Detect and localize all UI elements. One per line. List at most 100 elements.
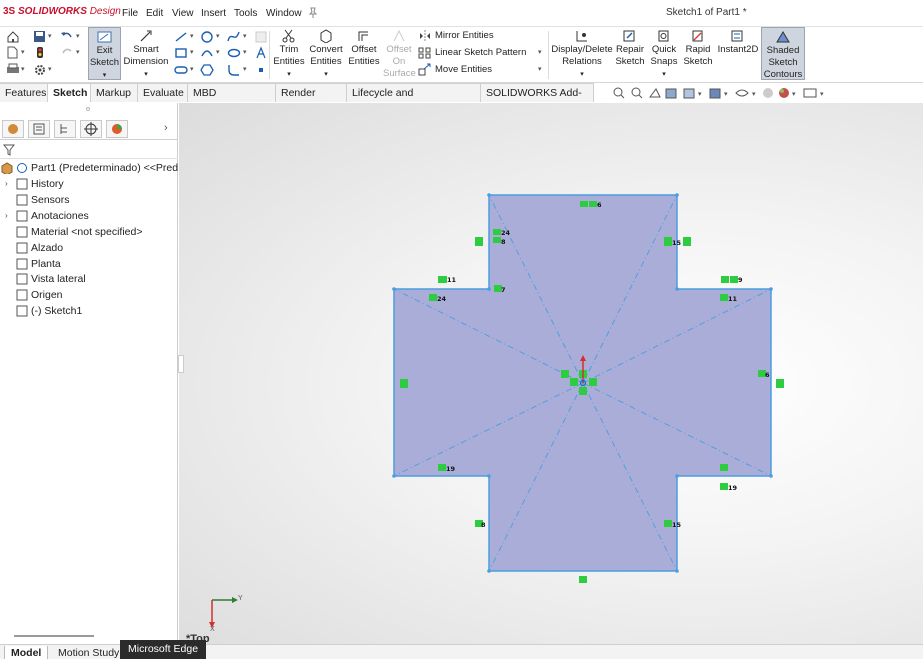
shaded-sketch-contours-button[interactable]: Shaded Sketch Contours — [761, 27, 805, 80]
tab-render-tools[interactable]: Render Tools — [276, 83, 347, 117]
panel-grip-icon[interactable] — [86, 107, 90, 111]
display-style-icon[interactable] — [709, 88, 721, 99]
circle-dropdown-caret[interactable]: ▾ — [216, 32, 220, 40]
tab-model[interactable]: Model — [4, 646, 49, 659]
fillet-icon[interactable] — [227, 63, 241, 76]
tab-motion-study[interactable]: Motion Study — [52, 646, 125, 659]
surface-sketch-icon[interactable] — [254, 30, 268, 43]
menu-view[interactable]: View — [172, 8, 194, 19]
offset-entities-button[interactable]: Offset Entities — [346, 29, 382, 68]
horizontal-scrollbar[interactable] — [14, 635, 94, 637]
tree-root-part[interactable]: Part1 (Predeterminado) <<Predet — [0, 160, 178, 176]
display-delete-relations-button[interactable]: Display/Delete Relations ▾ — [551, 29, 613, 81]
zoom-to-fit-icon[interactable] — [613, 87, 625, 99]
linear-sketch-pattern-button[interactable]: Linear Sketch Pattern — [435, 47, 526, 58]
new-dropdown-caret[interactable]: ▾ — [21, 48, 25, 56]
tree-item-planta[interactable]: Planta — [0, 256, 178, 272]
tab-sketch[interactable]: Sketch — [48, 83, 91, 102]
move-icon[interactable] — [418, 63, 432, 76]
edit-appearance-icon[interactable] — [763, 88, 773, 98]
undo-dropdown-caret[interactable]: ▾ — [76, 32, 80, 40]
expand-chevron-icon[interactable]: › — [5, 176, 8, 192]
menu-edit[interactable]: Edit — [146, 8, 163, 19]
property-manager-tab[interactable] — [28, 120, 50, 138]
slot-dropdown-caret[interactable]: ▾ — [190, 65, 194, 73]
mirror-icon[interactable] — [418, 29, 432, 42]
spline-dropdown-caret[interactable]: ▾ — [243, 32, 247, 40]
tree-item-alzado[interactable]: Alzado — [0, 240, 178, 256]
tree-item-material[interactable]: Material <not specified> — [0, 224, 178, 240]
solidworks-logo[interactable]: 3S SOLIDWORKS Design — [3, 6, 121, 17]
rapid-sketch-button[interactable]: Rapid Sketch — [682, 29, 714, 68]
repair-sketch-button[interactable]: Repair Sketch — [614, 29, 646, 68]
circle-icon[interactable] — [200, 30, 214, 43]
zoom-area-icon[interactable] — [631, 87, 643, 99]
tab-evaluate[interactable]: Evaluate — [138, 83, 188, 102]
redo-icon[interactable] — [60, 46, 74, 59]
scenes-icon[interactable] — [779, 88, 789, 98]
pin-icon[interactable] — [308, 7, 318, 18]
ellipse-icon[interactable] — [227, 46, 241, 59]
rectangle-icon[interactable] — [174, 46, 188, 59]
options-dropdown-caret[interactable]: ▾ — [48, 65, 52, 73]
point-icon[interactable] — [254, 63, 268, 76]
tree-item-anotaciones[interactable]: › Anotaciones — [0, 208, 178, 224]
fillet-dropdown-caret[interactable]: ▾ — [243, 65, 247, 73]
redo-dropdown-caret[interactable]: ▾ — [76, 48, 80, 56]
display-manager-tab[interactable] — [106, 120, 128, 138]
hide-show-items-icon[interactable] — [735, 89, 749, 97]
expand-chevron-icon[interactable]: › — [5, 208, 8, 224]
trim-entities-button[interactable]: Trim Entities ▾ — [272, 29, 306, 81]
instant2d-button[interactable]: Instant2D — [716, 29, 760, 56]
slot-icon[interactable] — [174, 63, 188, 76]
mirror-entities-button[interactable]: Mirror Entities — [435, 30, 494, 41]
tab-mbd-dimensions[interactable]: MBD Dimensions — [188, 83, 276, 117]
spline-icon[interactable] — [227, 30, 241, 43]
print-icon[interactable] — [6, 63, 20, 76]
convert-entities-button[interactable]: Convert Entities ▾ — [307, 29, 345, 81]
tree-item-origen[interactable]: Origen — [0, 287, 178, 303]
view-orientation-icon[interactable] — [683, 88, 695, 99]
tab-markup[interactable]: Markup — [91, 83, 138, 102]
filter-icon[interactable] — [3, 144, 15, 156]
chevron-right-icon[interactable]: › — [164, 122, 168, 134]
smart-dimension-button[interactable]: Smart Dimension ▾ — [123, 29, 169, 81]
traffic-light-icon[interactable] — [33, 46, 47, 59]
ellipse-dropdown-caret[interactable]: ▾ — [243, 48, 247, 56]
move-dropdown-caret[interactable]: ▾ — [538, 65, 542, 73]
panel-collapse-handle[interactable] — [178, 355, 184, 373]
menu-window[interactable]: Window — [266, 8, 302, 19]
offset-on-surface-button[interactable]: Offset On Surface — [383, 29, 416, 80]
text-icon[interactable] — [254, 46, 268, 59]
undo-icon[interactable] — [60, 30, 74, 43]
home-icon[interactable] — [6, 30, 20, 43]
polygon-icon[interactable] — [200, 63, 214, 76]
linear-pattern-icon[interactable] — [418, 46, 432, 59]
menu-tools[interactable]: Tools — [234, 8, 257, 19]
tree-item-vista-lateral[interactable]: Vista lateral — [0, 271, 178, 287]
tab-features[interactable]: Features — [0, 83, 48, 102]
graphics-area[interactable]: 6 24 8 15 11 9 24 7 11 6 19 19 8 15 Y X … — [179, 103, 923, 644]
tree-item-history[interactable]: › History — [0, 176, 178, 192]
tab-lifecycle-collaboration[interactable]: Lifecycle and Collaboration — [347, 83, 481, 117]
tree-item-sensors[interactable]: Sensors — [0, 192, 178, 208]
new-document-icon[interactable] — [6, 46, 20, 59]
tree-item-sketch1[interactable]: (-) Sketch1 — [0, 303, 178, 319]
configuration-manager-tab[interactable] — [54, 120, 76, 138]
quick-snaps-button[interactable]: Quick Snaps ▾ — [648, 29, 680, 81]
line-dropdown-caret[interactable]: ▾ — [190, 32, 194, 40]
arc-icon[interactable] — [200, 46, 214, 59]
print-dropdown-caret[interactable]: ▾ — [21, 65, 25, 73]
move-entities-button[interactable]: Move Entities — [435, 64, 492, 75]
save-icon[interactable] — [33, 30, 47, 43]
sketch-canvas[interactable]: 6 248 15 11 9 24 7 11 6 19 19 8 15 Y X — [179, 103, 923, 644]
tab-solidworks-add-ins[interactable]: SOLIDWORKS Add-Ins — [481, 83, 594, 117]
view-settings-icon[interactable] — [803, 88, 817, 98]
feature-manager-tab[interactable] — [2, 120, 24, 138]
rectangle-dropdown-caret[interactable]: ▾ — [190, 48, 194, 56]
dimxpert-manager-tab[interactable] — [80, 120, 102, 138]
previous-view-icon[interactable] — [649, 88, 661, 98]
menu-insert[interactable]: Insert — [201, 8, 226, 19]
pattern-dropdown-caret[interactable]: ▾ — [538, 48, 542, 56]
section-view-icon[interactable] — [665, 88, 677, 99]
